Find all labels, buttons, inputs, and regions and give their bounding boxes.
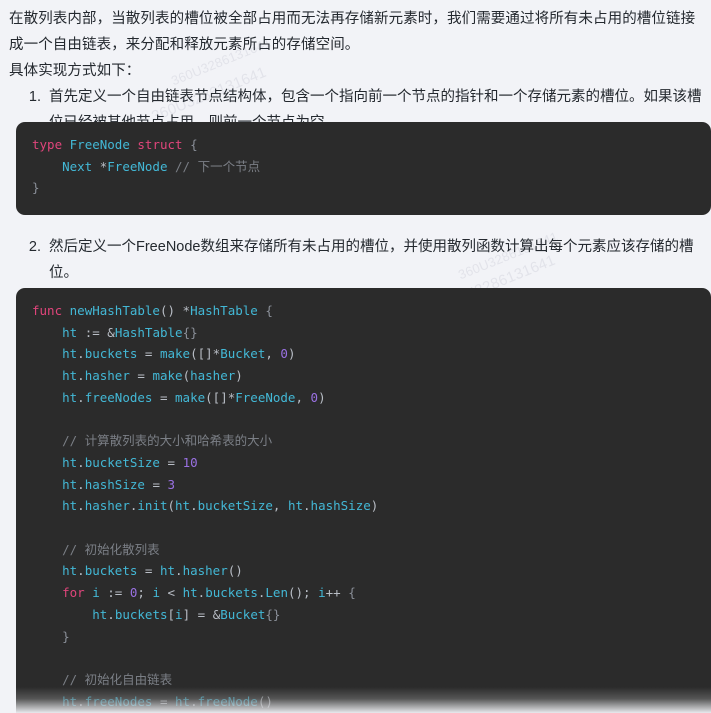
intro-section: 在散列表内部，当散列表的槽位被全部占用而无法再存储新元素时，我们需要通过将所有未…: [0, 0, 711, 136]
code-block-newhashtable[interactable]: func newHashTable() *HashTable { ht := &…: [16, 288, 711, 713]
step-two-prose: 然后定义一个FreeNode数组来存储所有未占用的槽位，并使用散列函数计算出每个…: [0, 228, 711, 286]
intro-prose: 在散列表内部，当散列表的槽位被全部占用而无法再存储新元素时，我们需要通过将所有未…: [0, 0, 711, 136]
page-root: 360U3286131641 360U3286131641 360U328613…: [0, 0, 711, 713]
code-content: type FreeNode struct { Next *FreeNode //…: [32, 137, 261, 196]
code-block-freenode-struct[interactable]: type FreeNode struct { Next *FreeNode //…: [16, 122, 711, 215]
code-content: func newHashTable() *HashTable { ht := &…: [32, 303, 379, 709]
list-item: 然后定义一个FreeNode数组来存储所有未占用的槽位，并使用散列函数计算出每个…: [45, 234, 702, 286]
steps-list-continued: 然后定义一个FreeNode数组来存储所有未占用的槽位，并使用散列函数计算出每个…: [9, 234, 702, 286]
intro-paragraph-2: 具体实现方式如下：: [9, 63, 141, 79]
intro-paragraph-1: 在散列表内部，当散列表的槽位被全部占用而无法再存储新元素时，我们需要通过将所有未…: [9, 11, 696, 53]
step-two-section: 然后定义一个FreeNode数组来存储所有未占用的槽位，并使用散列函数计算出每个…: [0, 228, 711, 286]
